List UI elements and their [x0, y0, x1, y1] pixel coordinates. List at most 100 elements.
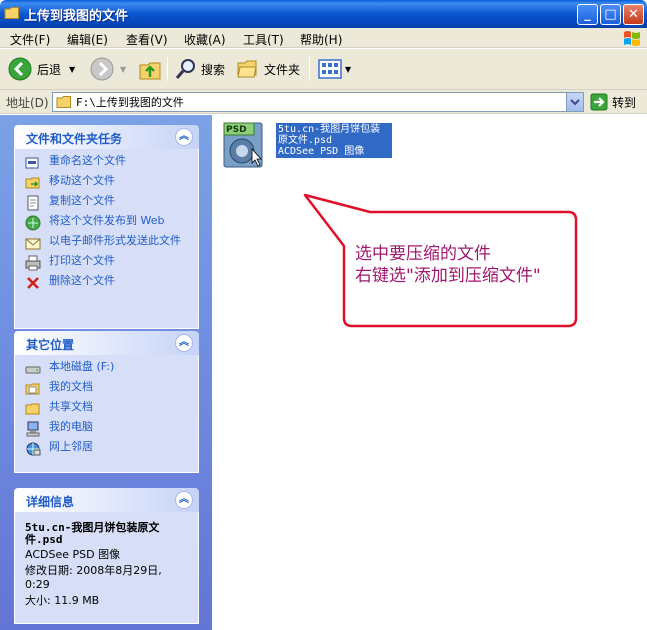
folders-button[interactable]: 文件夹 — [236, 56, 300, 82]
forward-arrow-icon — [90, 57, 114, 81]
menu-favorites[interactable]: 收藏(A) — [184, 31, 226, 48]
folders-label: 文件夹 — [264, 62, 301, 77]
address-bar: 地址(D) F:\上传到我图的文件 转到 — [0, 90, 647, 114]
folder-icon — [4, 7, 19, 19]
search-label: 搜索 — [201, 62, 226, 77]
shared-documents-icon — [25, 403, 40, 415]
tasks-panel: 文件和文件夹任务 ︽ 重命名这个文件 移动这个文件 复制这个文件 将这个文件发布… — [14, 125, 199, 329]
place-local-disk[interactable]: 本地磁盘 (F:) — [25, 361, 188, 377]
details-panel-header[interactable]: 详细信息 ︽ — [14, 488, 199, 512]
disk-icon — [25, 366, 41, 374]
place-label: 我的文档 — [49, 380, 93, 393]
task-email[interactable]: 以电子邮件形式发送此文件 — [25, 235, 188, 251]
views-icon — [318, 59, 342, 79]
file-type: ACDSee PSD 图像 — [278, 146, 365, 157]
task-label: 将这个文件发布到 Web — [49, 214, 165, 227]
menu-help[interactable]: 帮助(H) — [300, 31, 342, 48]
task-label: 打印这个文件 — [49, 254, 115, 267]
go-button[interactable]: 转到 — [590, 93, 636, 111]
network-icon — [26, 442, 41, 456]
back-label: 后退 — [37, 62, 62, 77]
task-label: 以电子邮件形式发送此文件 — [49, 234, 181, 247]
email-icon — [25, 238, 41, 250]
task-copy[interactable]: 复制这个文件 — [25, 195, 188, 211]
details-panel-title: 详细信息 — [26, 495, 75, 509]
views-button[interactable]: ▼ — [318, 56, 351, 82]
toolbar: 后退 ▼ ▼ 搜索 文件夹 ▼ — [0, 49, 647, 90]
address-input[interactable]: F:\上传到我图的文件 — [52, 92, 584, 112]
collapse-icon[interactable]: ︽ — [175, 128, 193, 146]
places-panel-header[interactable]: 其它位置 ︽ — [14, 331, 199, 355]
folder-icon — [56, 96, 71, 108]
collapse-icon[interactable]: ︽ — [175, 334, 193, 352]
go-arrow-icon — [590, 93, 608, 111]
places-panel-title: 其它位置 — [26, 338, 75, 352]
task-move[interactable]: 移动这个文件 — [25, 175, 188, 191]
window-title: 上传到我图的文件 — [24, 9, 129, 24]
close-button[interactable]: ✕ — [623, 4, 644, 25]
menu-edit[interactable]: 编辑(E) — [67, 31, 108, 48]
file-label[interactable]: 5tu.cn-我图月饼包装 原文件.psd ACDSee PSD 图像 — [276, 123, 392, 158]
collapse-icon[interactable]: ︽ — [175, 491, 193, 509]
minimize-button[interactable]: _ — [577, 4, 598, 25]
detail-file-type: ACDSee PSD 图像 — [25, 548, 121, 561]
file-name-line2: 原文件.psd — [278, 135, 333, 146]
windows-logo-icon — [624, 31, 640, 46]
up-folder-icon — [139, 62, 161, 80]
forward-dropdown-icon[interactable]: ▼ — [120, 65, 126, 74]
views-dropdown-icon[interactable]: ▼ — [345, 65, 351, 74]
address-label: 地址(D) — [6, 96, 49, 110]
rename-icon — [25, 157, 39, 169]
file-item[interactable]: PSD 5tu.cn-我图月饼包装 原文件.psd ACDSee PSD 图像 — [220, 121, 392, 171]
place-label: 本地磁盘 (F:) — [49, 360, 115, 373]
publish-web-icon — [25, 215, 41, 231]
callout-line2: 右键选"添加到压缩文件" — [355, 266, 541, 286]
place-label: 网上邻居 — [49, 440, 93, 453]
back-button[interactable]: 后退 ▼ — [8, 56, 75, 82]
forward-button[interactable]: ▼ — [90, 56, 126, 82]
detail-size: 大小: 11.9 MB — [25, 594, 100, 607]
place-my-computer[interactable]: 我的电脑 — [25, 421, 188, 437]
task-print[interactable]: 打印这个文件 — [25, 255, 188, 271]
title-bar[interactable]: 上传到我图的文件 _ □ ✕ — [0, 0, 647, 28]
tasks-panel-header[interactable]: 文件和文件夹任务 ︽ — [14, 125, 199, 149]
tasks-panel-title: 文件和文件夹任务 — [26, 132, 123, 146]
print-icon — [25, 255, 41, 271]
search-button[interactable]: 搜索 — [174, 56, 225, 82]
menu-file[interactable]: 文件(F) — [10, 31, 50, 48]
address-dropdown-button[interactable] — [566, 93, 583, 111]
my-computer-icon — [26, 421, 40, 437]
back-dropdown-icon[interactable]: ▼ — [69, 65, 75, 74]
copy-icon — [27, 195, 39, 211]
task-delete[interactable]: 删除这个文件 — [25, 275, 188, 291]
callout-line1: 选中要压缩的文件 — [355, 244, 491, 264]
place-shared-documents[interactable]: 共享文档 — [25, 401, 188, 417]
menu-tools[interactable]: 工具(T) — [243, 31, 284, 48]
delete-icon — [27, 277, 39, 289]
menu-bar: 文件(F) 编辑(E) 查看(V) 收藏(A) 工具(T) 帮助(H) — [0, 28, 647, 48]
details-panel: 详细信息 ︽ 5tu.cn-我图月饼包装原文件.psd ACDSee PSD 图… — [14, 488, 199, 624]
task-publish-web[interactable]: 将这个文件发布到 Web — [25, 215, 188, 231]
up-folder-button[interactable] — [138, 56, 162, 82]
chevron-down-icon — [570, 99, 580, 106]
menu-view[interactable]: 查看(V) — [126, 31, 168, 48]
callout-text: 选中要压缩的文件 右键选"添加到压缩文件" — [355, 243, 541, 287]
move-icon — [25, 177, 40, 189]
task-label: 移动这个文件 — [49, 174, 115, 187]
task-rename[interactable]: 重命名这个文件 — [25, 155, 188, 171]
detail-modified: 修改日期: 2008年8月29日, 0:29 — [25, 564, 162, 591]
place-label: 共享文档 — [49, 400, 93, 413]
file-name-line1: 5tu.cn-我图月饼包装 — [278, 124, 381, 135]
psd-icon-label: PSD — [226, 125, 247, 135]
places-panel: 其它位置 ︽ 本地磁盘 (F:) 我的文档 共享文档 我的电脑 网上邻居 — [14, 331, 199, 473]
back-arrow-icon — [8, 57, 32, 81]
maximize-button[interactable]: □ — [600, 4, 621, 25]
address-value: F:\上传到我图的文件 — [76, 96, 184, 109]
detail-file-name: 5tu.cn-我图月饼包装原文件.psd — [25, 521, 160, 546]
place-my-documents[interactable]: 我的文档 — [25, 381, 188, 397]
place-network[interactable]: 网上邻居 — [25, 441, 188, 457]
place-label: 我的电脑 — [49, 420, 93, 433]
task-label: 复制这个文件 — [49, 194, 115, 207]
go-label: 转到 — [612, 95, 637, 110]
left-task-pane: 文件和文件夹任务 ︽ 重命名这个文件 移动这个文件 复制这个文件 将这个文件发布… — [0, 115, 212, 630]
